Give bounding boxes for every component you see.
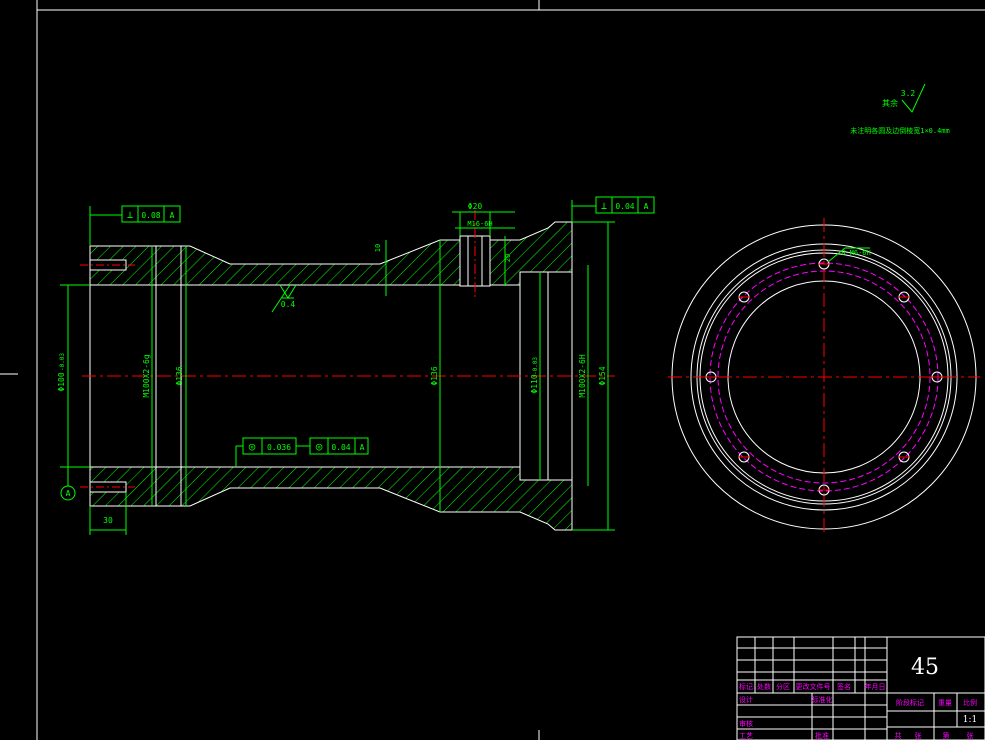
tol-ref: A (360, 443, 365, 452)
tol-ref: A (170, 211, 175, 220)
datum-a-symbol: A (60, 485, 76, 501)
row-header-4: 签名 (837, 682, 851, 691)
bottom-label-2: 第 (943, 731, 950, 740)
dim-len-30: 30 (103, 516, 113, 525)
right-header-0: 阶段标记 (896, 698, 924, 707)
tol-frame-top-right: ⊥ 0.04 A (595, 196, 655, 214)
dim-thread-right: M100X2-6H (578, 354, 587, 398)
tol-frame-mid-1: ◎ 0.036 (242, 437, 297, 455)
tol-frame-mid-2: ◎ 0.04 A (309, 437, 369, 455)
dim-left-bore: Φ100 (57, 372, 66, 391)
roughness-prefix: 其余 (882, 98, 898, 108)
tol-value: 0.036 (267, 443, 291, 452)
right-header-1: 重量 (938, 699, 952, 707)
dim-thread-left: M100X2-6g (142, 354, 151, 398)
dim-d110: Φ110 (530, 374, 539, 393)
material-label: 45 (911, 655, 939, 680)
hole-callout: 8-M6-6H (841, 249, 871, 257)
bottom-label-1: 张 (915, 731, 922, 740)
row-header-5: 年月日 (865, 682, 886, 691)
dim-d136-center: Φ136 (430, 366, 439, 385)
row-header-1: 处数 (757, 682, 771, 691)
end-view: 8-M6-6H (668, 218, 980, 535)
title-block (736, 636, 985, 740)
left-label-3: 工艺 (739, 732, 753, 740)
roughness-value: 0.4 (281, 300, 296, 309)
scale-value: 1:1 (963, 715, 977, 725)
cad-drawing-canvas: ⊥ 0.08 A ⊥ 0.04 A ◎ 0.036 ◎ 0.04 A 0.4 A… (0, 0, 985, 740)
left-label-1: 标准化 (812, 695, 833, 704)
tol-ref: A (644, 202, 649, 211)
upper-wall-hatch (89, 221, 573, 286)
tol-value: 0.04 (331, 443, 350, 452)
dim-d154: Φ154 (598, 366, 607, 385)
bottom-label-3: 张 (967, 731, 974, 740)
roughness-general-value: 3.2 (901, 89, 916, 98)
tol-value: 0.08 (141, 211, 160, 220)
row-header-3: 更改文件号 (796, 682, 831, 691)
dim-d20: Φ20 (468, 202, 483, 211)
left-label-2: 审核 (739, 719, 753, 728)
general-roughness-note: 其余 3.2 未注明各圆及边倒棱宽1×0.4mm (850, 83, 950, 135)
tol-symbol: ◎ (316, 440, 323, 453)
tol-symbol: ⊥ (601, 201, 607, 212)
row-header-2: 分区 (776, 682, 790, 691)
tol-frame-top-left: ⊥ 0.08 A (121, 205, 181, 223)
dim-thread-hole: M16-6H (467, 220, 492, 228)
dim-d110-tol: -0.03 (532, 357, 539, 375)
bottom-label-0: 共 (895, 731, 902, 740)
dim-depth-20: 20 (504, 254, 512, 262)
tol-symbol: ⊥ (127, 210, 133, 221)
left-label-4: 批准 (815, 731, 829, 740)
tol-value: 0.04 (615, 202, 634, 211)
dim-d136-left: Φ136 (175, 366, 184, 385)
row-header-0: 标记 (739, 682, 753, 691)
datum-label: A (66, 489, 71, 498)
lower-wall-hatch (89, 466, 573, 531)
tol-symbol: ◎ (249, 440, 256, 453)
dim-left-bore-tol: -0.03 (59, 353, 66, 371)
chamfer-note: 未注明各圆及边倒棱宽1×0.4mm (850, 126, 950, 135)
dim-depth-10: 10 (374, 244, 382, 252)
right-header-2: 比例 (963, 698, 977, 707)
left-label-0: 设计 (739, 695, 753, 704)
